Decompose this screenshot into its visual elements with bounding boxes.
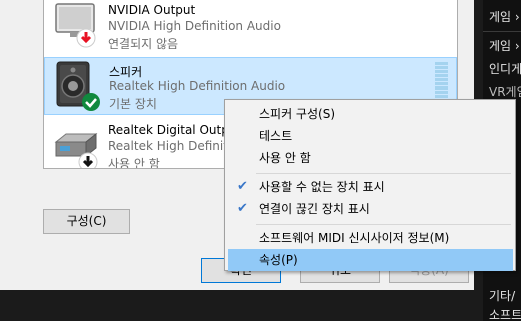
background-text: 게임 › (489, 10, 520, 24)
menu-item-midi-synth-info[interactable]: 소프트웨어 MIDI 신시사이저 정보(M) (228, 227, 513, 249)
menu-item-properties[interactable]: 속성(P) (228, 249, 513, 271)
device-item-nvidia-output[interactable]: NVIDIA Output NVIDIA High Definition Aud… (44, 0, 457, 52)
menu-item-label: 사용 안 함 (259, 151, 311, 165)
menu-item-label: 연결이 끊긴 장치 표시 (259, 202, 370, 216)
digital-output-icon (50, 120, 102, 168)
menu-item-test[interactable]: 테스트 (228, 125, 513, 147)
background-text: 기타/ (489, 289, 516, 303)
device-status: 연결되지 않음 (108, 37, 179, 51)
menu-item-disable[interactable]: 사용 안 함 (228, 147, 513, 169)
device-name: 스피커 (109, 65, 143, 79)
device-name: Realtek Digital Output (108, 123, 242, 137)
checkmark-icon: ✔ (237, 179, 248, 194)
speaker-icon (51, 60, 103, 112)
menu-separator (256, 224, 511, 225)
background-text: 게임 › (489, 39, 520, 53)
background-text: 인디게 (489, 62, 521, 76)
menu-item-label: 테스트 (259, 129, 293, 143)
configure-button[interactable]: 구성(C) (43, 209, 130, 234)
menu-item-label: 사용할 수 없는 장치 표시 (259, 180, 385, 194)
background-text: 소프트 (489, 308, 521, 321)
device-context-menu: 스피커 구성(S) 테스트 사용 안 함 ✔ 사용할 수 없는 장치 표시 ✔ … (224, 99, 516, 271)
menu-item-label: 스피커 구성(S) (259, 107, 335, 121)
monitor-speaker-icon (50, 0, 102, 48)
menu-item-show-disabled-devices[interactable]: ✔ 사용할 수 없는 장치 표시 (228, 176, 513, 198)
device-name: NVIDIA Output (108, 3, 196, 17)
dialog-bottom-edge (0, 290, 474, 321)
menu-separator (256, 173, 511, 174)
device-status: 사용 안 함 (108, 157, 160, 169)
device-driver: Realtek High Definition Audio (109, 79, 286, 93)
menu-item-label: 소프트웨어 MIDI 신시사이저 정보(M) (259, 231, 450, 245)
device-status: 기본 장치 (109, 97, 157, 111)
menu-item-show-disconnected-devices[interactable]: ✔ 연결이 끊긴 장치 표시 (228, 198, 513, 220)
device-driver: NVIDIA High Definition Audio (108, 19, 281, 33)
menu-item-label: 속성(P) (259, 253, 298, 267)
background-text: VR게임 (489, 85, 521, 99)
background-divider (483, 31, 521, 32)
checkmark-icon: ✔ (237, 201, 248, 216)
menu-item-configure-speakers[interactable]: 스피커 구성(S) (228, 103, 513, 125)
